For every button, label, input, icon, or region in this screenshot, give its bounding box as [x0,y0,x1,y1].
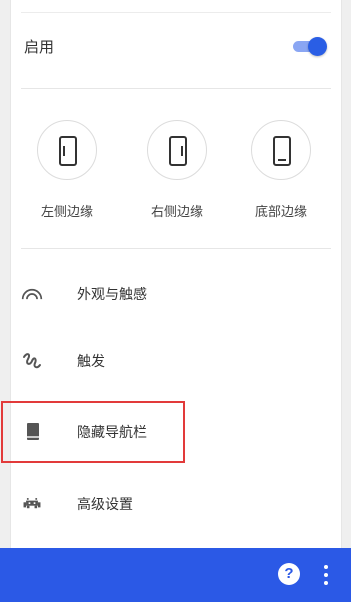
divider [21,88,331,89]
bottom-edge-button[interactable]: 底部边缘 [233,120,329,230]
more-menu-icon[interactable] [322,563,330,587]
menu-item-appearance[interactable]: 外观与触感 [11,270,341,318]
phone-left-edge-icon [59,136,77,166]
gesture-icon [23,353,41,369]
right-edge-circle [147,120,207,180]
menu-label-appearance: 外观与触感 [77,287,147,303]
enable-row[interactable]: 启用 [11,24,341,68]
enable-toggle[interactable] [293,37,327,56]
right-edge-label: 右侧边缘 [150,205,203,220]
invader-icon [23,498,41,509]
menu-item-advanced[interactable]: 高级设置 [11,480,341,528]
more-dot [324,581,328,585]
phone-right-edge-icon [169,136,187,166]
right-edge-button[interactable]: 右侧边缘 [129,120,225,230]
enable-label: 启用 [24,38,55,56]
bottom-edge-label: 底部边缘 [254,205,307,220]
top-divider [21,12,331,13]
toggle-knob [308,37,327,56]
rainbow-icon [21,288,43,300]
menu-label-advanced: 高级设置 [77,497,133,513]
more-dot [324,573,328,577]
help-button[interactable]: ? [278,563,300,585]
highlight-box [1,401,185,463]
bottom-edge-circle [251,120,311,180]
phone-bottom-edge-icon [273,136,291,166]
left-edge-button[interactable]: 左侧边缘 [19,120,115,230]
menu-item-trigger[interactable]: 触发 [11,337,341,385]
menu-label-trigger: 触发 [77,354,105,370]
divider [21,248,331,249]
settings-card: 启用 左侧边缘 右侧边缘 底部边缘 外观与触感 触发 隐藏导航栏 高级设置 [10,0,342,548]
bottom-bar: ? [0,548,351,602]
left-edge-circle [37,120,97,180]
more-dot [324,565,328,569]
left-edge-label: 左侧边缘 [40,205,93,220]
